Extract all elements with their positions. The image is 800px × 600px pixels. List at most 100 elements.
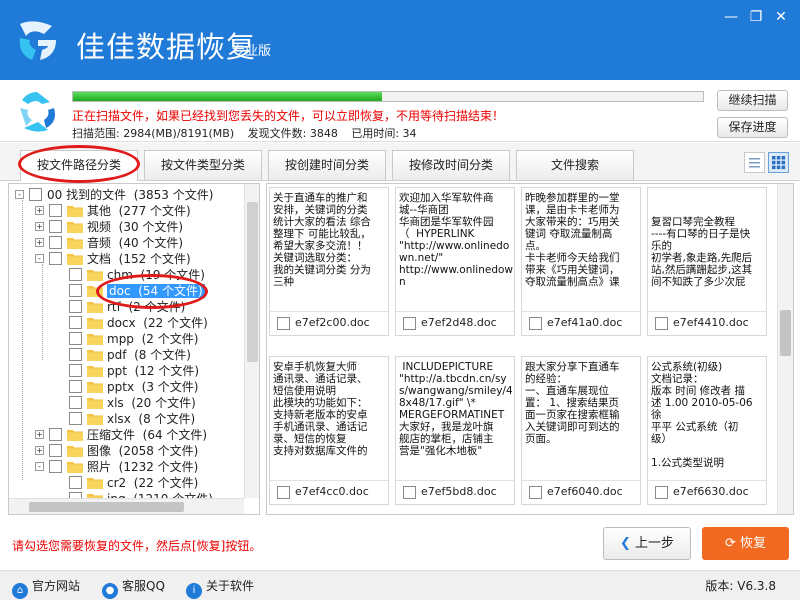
expand-icon[interactable]: +: [35, 430, 44, 439]
expand-icon[interactable]: +: [35, 238, 44, 247]
file-card[interactable]: 公式系统(初级) 文档记录： 版本 时间 修改者 描 述 1.00 2010-0…: [647, 356, 767, 505]
tree-node[interactable]: xlsx (8 个文件): [9, 411, 244, 427]
tree-node-label[interactable]: cr2 (22 个文件): [107, 475, 198, 491]
tab-by-path[interactable]: 按文件路径分类: [20, 150, 138, 181]
file-checkbox[interactable]: [529, 486, 542, 499]
tree-node-checkbox[interactable]: [69, 316, 82, 329]
previous-step-button[interactable]: ❮ 上一步: [603, 527, 691, 560]
support-qq-link[interactable]: ● 客服QQ: [102, 577, 165, 599]
file-card[interactable]: 欢迎加入华军软件商 城--华商团 华商团是华军软件园 （ HYPERLINK "…: [395, 187, 515, 336]
tree-node-label[interactable]: ppt (12 个文件): [107, 363, 199, 379]
tree-node-label[interactable]: rtf (2 个文件): [107, 299, 185, 315]
tree-node-label[interactable]: 照片 (1232 个文件): [87, 459, 198, 475]
tree-node-label[interactable]: doc (54 个文件): [107, 283, 205, 299]
tab-by-type[interactable]: 按文件类型分类: [144, 150, 262, 180]
tree-node[interactable]: pptx (3 个文件): [9, 379, 244, 395]
tree-node-label[interactable]: 其他 (277 个文件): [87, 203, 191, 219]
file-checkbox[interactable]: [403, 317, 416, 330]
tree-node-label[interactable]: 文档 (152 个文件): [87, 251, 191, 267]
tab-by-modified[interactable]: 按修改时间分类: [392, 150, 510, 180]
tree-node-label[interactable]: 视频 (30 个文件): [87, 219, 183, 235]
tree-node[interactable]: - 文档 (152 个文件): [9, 251, 244, 267]
tree-node-checkbox[interactable]: [69, 364, 82, 377]
tree-node-checkbox[interactable]: [69, 268, 82, 281]
tree-node-label[interactable]: xls (20 个文件): [107, 395, 196, 411]
tree-node-checkbox[interactable]: [49, 252, 62, 265]
tree-node-checkbox[interactable]: [69, 348, 82, 361]
tree-node-checkbox[interactable]: [49, 444, 62, 457]
close-icon[interactable]: ✕: [770, 8, 792, 26]
tree-node-checkbox[interactable]: [49, 204, 62, 217]
tree-node[interactable]: doc (54 个文件): [9, 283, 244, 299]
grid-view-icon[interactable]: [768, 152, 789, 173]
tree-node-label[interactable]: pptx (3 个文件): [107, 379, 199, 395]
tree-node[interactable]: mpp (2 个文件): [9, 331, 244, 347]
file-card[interactable]: 跟大家分享下直通车 的经验： 一、直通车展现位 置： 1、搜索结果页 面一页家在…: [521, 356, 641, 505]
tree-node-checkbox[interactable]: [49, 460, 62, 473]
tree-horizontal-scrollbar[interactable]: [9, 498, 244, 514]
tree-node-checkbox[interactable]: [49, 220, 62, 233]
tree-node-checkbox[interactable]: [69, 284, 82, 297]
tree-node[interactable]: + 图像 (2058 个文件): [9, 443, 244, 459]
tree-node[interactable]: + 压缩文件 (64 个文件): [9, 427, 244, 443]
minimize-icon[interactable]: —: [720, 8, 742, 26]
grid-vertical-scrollbar[interactable]: [777, 184, 793, 514]
tree-node-label[interactable]: 音频 (40 个文件): [87, 235, 183, 251]
tree-node[interactable]: cr2 (22 个文件): [9, 475, 244, 491]
tab-by-created[interactable]: 按创建时间分类: [268, 150, 386, 180]
file-checkbox[interactable]: [277, 317, 290, 330]
tree-node[interactable]: + 视频 (30 个文件): [9, 219, 244, 235]
tree-node[interactable]: ppt (12 个文件): [9, 363, 244, 379]
list-view-icon[interactable]: [744, 152, 765, 173]
tree-node-label[interactable]: mpp (2 个文件): [107, 331, 198, 347]
tree-node[interactable]: xls (20 个文件): [9, 395, 244, 411]
tab-file-search[interactable]: 文件搜索: [516, 150, 634, 180]
tree-vertical-thumb[interactable]: [247, 202, 258, 362]
tree-node-checkbox[interactable]: [69, 476, 82, 489]
tree-node-label[interactable]: 00 找到的文件 (3853 个文件): [47, 187, 213, 203]
collapse-icon[interactable]: -: [35, 254, 44, 263]
tree-node-label[interactable]: 压缩文件 (64 个文件): [87, 427, 207, 443]
continue-scan-button[interactable]: 继续扫描: [717, 90, 788, 111]
collapse-icon[interactable]: -: [15, 190, 24, 199]
file-checkbox[interactable]: [403, 486, 416, 499]
file-checkbox[interactable]: [277, 486, 290, 499]
tree-node[interactable]: docx (22 个文件): [9, 315, 244, 331]
official-site-link[interactable]: ⌂ 官方网站: [12, 577, 80, 599]
collapse-icon[interactable]: -: [35, 462, 44, 471]
file-card[interactable]: 复習口琴完全教程 ----有口琴的日子是快 乐的 初学者,象走路,先爬后 站,然…: [647, 187, 767, 336]
file-card[interactable]: INCLUDEPICTURE "http://a.tbcdn.cn/sys/wa…: [395, 356, 515, 505]
tree-node[interactable]: chm (19 个文件): [9, 267, 244, 283]
save-progress-button[interactable]: 保存进度: [717, 117, 788, 138]
tree-node-checkbox[interactable]: [69, 412, 82, 425]
tree-node[interactable]: pdf (8 个文件): [9, 347, 244, 363]
tree-node[interactable]: - 照片 (1232 个文件): [9, 459, 244, 475]
grid-vertical-thumb[interactable]: [780, 310, 791, 356]
tree-node-checkbox[interactable]: [29, 188, 42, 201]
tree-node-label[interactable]: docx (22 个文件): [107, 315, 208, 331]
tree-node-label[interactable]: pdf (8 个文件): [107, 347, 191, 363]
expand-icon[interactable]: +: [35, 446, 44, 455]
folder-tree[interactable]: -00 找到的文件 (3853 个文件) + 其他 (277 个文件) + 视频 (30…: [8, 183, 260, 515]
tree-node-checkbox[interactable]: [69, 380, 82, 393]
file-checkbox[interactable]: [655, 486, 668, 499]
tree-node[interactable]: + 其他 (277 个文件): [9, 203, 244, 219]
file-card[interactable]: 安卓手机恢复大师 通讯录、通话记录、 短信使用说明 此模块的功能如下： 支持新老…: [269, 356, 389, 505]
tree-node-checkbox[interactable]: [69, 300, 82, 313]
tree-vertical-scrollbar[interactable]: [244, 184, 259, 498]
file-card[interactable]: 昨晚参加群里的一堂 课，是由卡卡老师为 大家带来的：巧用关 键词 夺取流量制高 …: [521, 187, 641, 336]
tree-horizontal-thumb[interactable]: [29, 502, 184, 512]
about-link[interactable]: i 关于软件: [186, 577, 254, 599]
tree-node-label[interactable]: chm (19 个文件): [107, 267, 205, 283]
tree-node[interactable]: - 00 找到的文件 (3853 个文件): [9, 187, 244, 203]
tree-node-checkbox[interactable]: [69, 396, 82, 409]
expand-icon[interactable]: +: [35, 206, 44, 215]
file-checkbox[interactable]: [529, 317, 542, 330]
expand-icon[interactable]: +: [35, 222, 44, 231]
tree-node-label[interactable]: 图像 (2058 个文件): [87, 443, 198, 459]
tree-node-checkbox[interactable]: [49, 428, 62, 441]
tree-node[interactable]: rtf (2 个文件): [9, 299, 244, 315]
tree-node-checkbox[interactable]: [49, 236, 62, 249]
tree-node-checkbox[interactable]: [69, 332, 82, 345]
file-card[interactable]: 关于直通车的推广和 安排，关键词的分类 统计大家的看法 综合 整理下 可能比较乱…: [269, 187, 389, 336]
